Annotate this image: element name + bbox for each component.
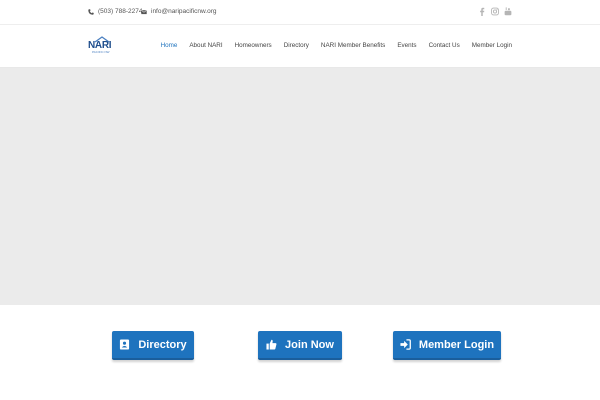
join-now-button[interactable]: Join Now xyxy=(258,331,342,360)
phone-number: (503) 788-2274 xyxy=(98,8,143,15)
top-bar: (503) 788-2274 info@naripacificnw.org xyxy=(0,0,600,25)
nav-homeowners[interactable]: Homeowners xyxy=(235,42,272,49)
nav-about-nari[interactable]: About NARI xyxy=(189,42,222,49)
nav-directory[interactable]: Directory xyxy=(284,42,309,49)
nav-contact-us[interactable]: Contact Us xyxy=(429,42,460,49)
nav-member-benefits[interactable]: NARI Member Benefits xyxy=(321,42,385,49)
directory-label: Directory xyxy=(138,338,187,351)
email-address: info@naripacificnw.org xyxy=(151,8,217,15)
primary-menu: Home About NARI Homeowners Directory NAR… xyxy=(161,42,512,49)
directory-button[interactable]: Directory xyxy=(112,331,194,360)
nav-member-login[interactable]: Member Login xyxy=(472,42,512,49)
nav-events[interactable]: Events xyxy=(397,42,416,49)
address-book-icon xyxy=(120,339,130,350)
nav-home[interactable]: Home xyxy=(161,42,178,49)
member-login-label: Member Login xyxy=(418,338,495,351)
phone-icon xyxy=(88,8,94,15)
nari-logo[interactable]: NARI PACIFIC NW xyxy=(88,36,114,57)
member-login-button[interactable]: Member Login xyxy=(393,331,501,360)
hero-banner xyxy=(0,68,600,305)
phone-contact[interactable]: (503) 788-2274 xyxy=(88,8,142,15)
logo-subtext: PACIFIC NW xyxy=(92,50,110,54)
sign-in-icon xyxy=(400,339,411,350)
main-navbar: NARI PACIFIC NW Home About NARI Homeowne… xyxy=(0,25,600,68)
thumbs-up-icon xyxy=(266,339,277,350)
instagram-icon[interactable] xyxy=(491,6,499,16)
join-now-label: Join Now xyxy=(285,338,334,351)
social-links xyxy=(478,6,512,16)
facebook-icon[interactable] xyxy=(478,6,486,16)
envelope-icon xyxy=(141,9,147,14)
email-contact[interactable]: info@naripacificnw.org xyxy=(141,8,217,15)
youtube-icon[interactable] xyxy=(504,6,512,16)
